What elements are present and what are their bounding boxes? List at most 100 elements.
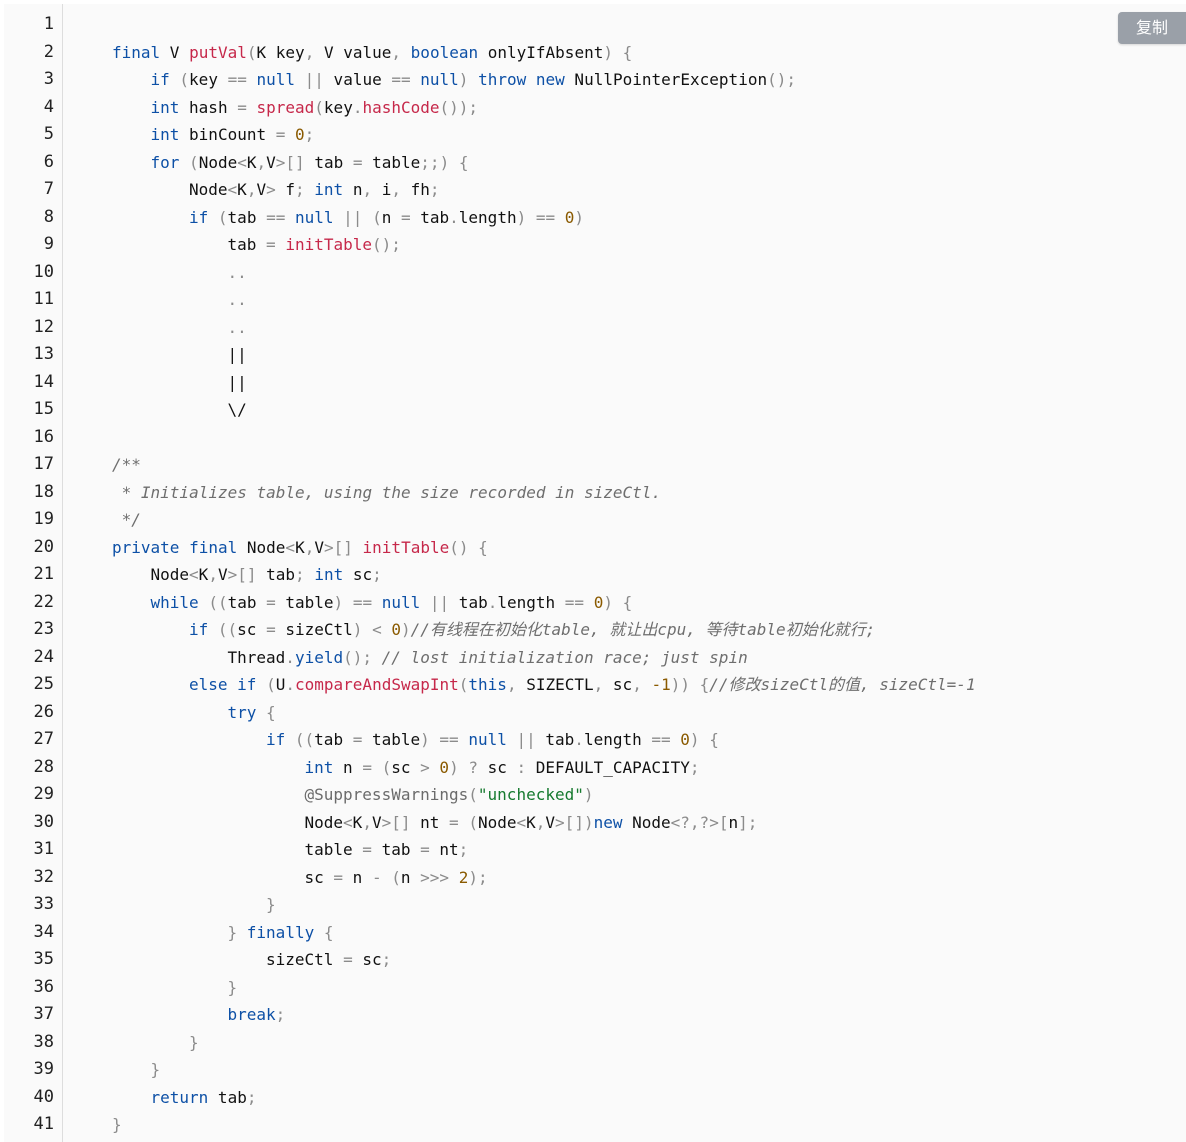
copy-button[interactable]: 复制 <box>1118 12 1186 44</box>
code-token: < <box>285 537 296 557</box>
code-token: || <box>227 372 247 392</box>
code-token: () <box>449 537 469 557</box>
code-token: ; <box>295 565 305 584</box>
code-token: ( <box>458 675 469 694</box>
code-token: NullPointerException <box>564 70 768 89</box>
line-number: 19 <box>33 509 54 529</box>
code-line: .. <box>228 314 247 342</box>
code-token: = <box>420 840 430 859</box>
code-token: final <box>112 42 161 62</box>
line-number-gutter: 1 2 3 4 5 6 7 8 9 10 11 12 13 14 15 16 17 18 19 20 21 22 23 24 2… <box>4 4 63 1142</box>
code-token: n <box>343 180 363 199</box>
code-token: > <box>266 180 276 199</box>
code-token: V <box>256 180 267 199</box>
code-token: = <box>362 757 372 777</box>
code-line: .. <box>228 286 247 314</box>
code-token: , <box>391 42 402 62</box>
line-number: 4 <box>43 96 54 117</box>
code-token: sc <box>237 620 267 639</box>
code-token: sizeCtl <box>275 620 353 639</box>
code-token: new <box>535 70 565 89</box>
code-token: compareAndSwapInt <box>295 675 459 694</box>
code-token: Node <box>237 537 286 557</box>
line-number: 8 <box>43 206 54 227</box>
code-token: )) <box>670 675 690 694</box>
code-token: { <box>323 922 334 942</box>
code-token: } <box>189 1032 199 1052</box>
code-token: < <box>516 812 527 832</box>
code-token: , <box>506 675 517 694</box>
code-token: Node <box>304 812 344 832</box>
code-token: 0 <box>439 757 450 777</box>
code-line: /** <box>112 451 141 479</box>
code-token: < <box>227 180 238 199</box>
code-token: == <box>564 592 585 612</box>
code-token: Node <box>477 812 517 832</box>
line-number: 36 <box>33 976 54 997</box>
code-token: Node <box>622 812 671 832</box>
line-number: 40 <box>33 1086 54 1107</box>
line-number: 28 <box>33 756 54 777</box>
code-area[interactable]: final V putVal(K key, V value, boolean o… <box>70 4 1186 1142</box>
line-number: 10 <box>33 261 54 282</box>
line-number: 14 <box>33 371 54 392</box>
code-token: ) <box>574 207 585 227</box>
code-token: K key <box>256 42 305 62</box>
code-token: ) <box>603 592 613 612</box>
code-token: == <box>391 70 411 89</box>
code-token: null <box>294 207 334 227</box>
code-token: (( <box>217 620 238 639</box>
code-line: } <box>228 974 238 1002</box>
code-line: while ((tab = table) == null || tab.leng… <box>151 589 633 617</box>
code-token: initTable <box>285 235 373 254</box>
line-number: 6 <box>43 151 54 172</box>
code-token: >[]) <box>555 812 594 832</box>
code-token: { <box>709 730 719 749</box>
code-token: sc <box>343 565 373 584</box>
code-line: return tab; <box>151 1084 257 1112</box>
code-token: = <box>333 867 344 887</box>
code-line: } <box>151 1056 161 1084</box>
code-line: sizeCtl = sc; <box>266 946 391 974</box>
code-token: = <box>266 620 276 639</box>
code-token: table <box>304 840 363 859</box>
code-token: Node <box>189 180 228 199</box>
code-token: ( <box>391 867 401 887</box>
code-token: 0 <box>564 207 575 227</box>
code-token: >[] <box>323 537 353 557</box>
code-token: = <box>362 840 372 859</box>
code-token: value <box>323 70 392 89</box>
code-token: sc <box>304 867 334 887</box>
code-token: hashCode <box>362 97 440 117</box>
code-token: , <box>208 565 218 584</box>
code-line: if ((sc = sizeCtl) < 0)//有线程在初始化table, 就… <box>189 616 875 644</box>
code-token: , <box>304 537 315 557</box>
code-token: sizeCtl <box>266 950 344 969</box>
line-number: 3 <box>43 69 54 89</box>
code-token: } <box>227 922 238 942</box>
code-token: if <box>189 207 209 227</box>
code-token: : <box>516 757 527 777</box>
code-token: if <box>266 730 286 749</box>
line-number: 5 <box>43 124 54 144</box>
code-token: < <box>237 152 247 172</box>
code-token: ( <box>468 785 478 804</box>
line-number: 29 <box>33 784 54 804</box>
code-token: table <box>362 730 421 749</box>
code-token: 0 <box>391 620 401 639</box>
code-token: ) <box>689 730 700 749</box>
